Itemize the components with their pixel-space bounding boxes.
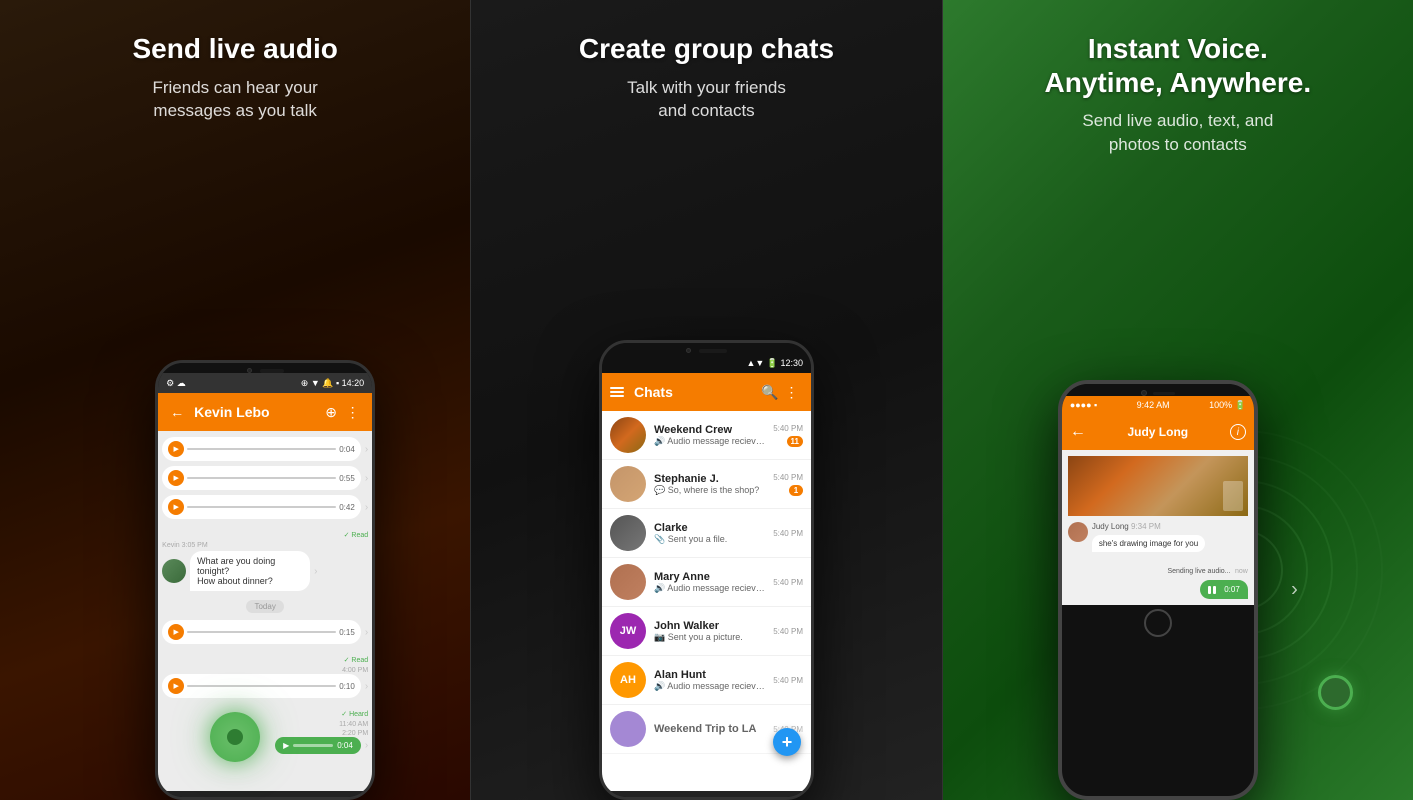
- live-audio-row: ▶ 0:04 ›: [162, 737, 368, 754]
- avatar: [610, 564, 646, 600]
- contact-name-iphone: Judy Long: [1092, 425, 1224, 439]
- chat-item-mary-anne[interactable]: Mary Anne 🔊 Audio message recieved 5:40 …: [602, 558, 811, 607]
- avatar-small: [1068, 522, 1088, 542]
- chats-title: Chats: [634, 384, 759, 400]
- avatar: AH: [610, 662, 646, 698]
- message-body-1: ▶ 0:04 › ▶ 0:55 ›: [158, 431, 372, 791]
- panel-3-subtitle: Send live audio, text, andphotos to cont…: [1062, 109, 1293, 157]
- status-bar-1: ⚙ ☁ ⊕ ▼ 🔔 ▪ 14:20: [158, 373, 372, 393]
- back-icon[interactable]: ←: [166, 401, 188, 423]
- panel-2-subtitle: Talk with your friendsand contacts: [607, 76, 806, 124]
- hamburger-menu-icon[interactable]: [610, 387, 624, 397]
- play-button[interactable]: ▶: [168, 678, 184, 694]
- status-bar-2: ▲▼ 🔋 12:30: [602, 353, 811, 373]
- audio-message-row: ▶ 0:04 ›: [162, 437, 368, 461]
- play-button[interactable]: ▶: [168, 441, 184, 457]
- avatar: [610, 466, 646, 502]
- audio-message-row: ▶ 0:42 ›: [162, 495, 368, 519]
- iphone-app-bar: ← Judy Long i: [1062, 414, 1254, 450]
- chat-item-weekend-crew[interactable]: Weekend Crew 🔊 Audio message recieved 5:…: [602, 411, 811, 460]
- received-bubble: she's drawing image for you: [1092, 535, 1205, 552]
- home-button[interactable]: [1144, 609, 1172, 637]
- phone-mockup-2: ▲▼ 🔋 12:30 Chats 🔍 ⋮: [599, 340, 814, 800]
- audio-message-row: ▶ 0:10 ›: [162, 674, 368, 698]
- play-button[interactable]: ▶: [168, 499, 184, 515]
- panel-1-title: Send live audio: [132, 32, 337, 66]
- message-bubble-row: What are you doing tonight?How about din…: [162, 551, 368, 591]
- panel-group-chats: Create group chats Talk with your friend…: [470, 0, 942, 800]
- bottom-nav: ◁ ○ □: [158, 791, 372, 800]
- panel-2-title: Create group chats: [579, 32, 834, 66]
- avatar: JW: [610, 613, 646, 649]
- chevron-right-icon: ›: [1291, 579, 1298, 602]
- play-button[interactable]: ▶: [168, 624, 184, 640]
- audio-message-row: ▶ 0:55 ›: [162, 466, 368, 490]
- chat-item-alan-hunt[interactable]: AH Alan Hunt 🔊 Audio message recieved 5:…: [602, 656, 811, 705]
- play-button[interactable]: ▶: [168, 470, 184, 486]
- chat-item-john-walker[interactable]: JW John Walker 📷 Sent you a picture. 5:4…: [602, 607, 811, 656]
- received-message-row: Judy Long 9:34 PM she's drawing image fo…: [1068, 522, 1248, 552]
- back-icon[interactable]: ←: [1070, 423, 1086, 441]
- more-icon[interactable]: ⋮: [342, 401, 364, 423]
- image-thumbnail: [1068, 456, 1248, 516]
- iphone-message-area: Judy Long 9:34 PM she's drawing image fo…: [1062, 450, 1254, 605]
- record-button[interactable]: [210, 712, 260, 762]
- search-icon[interactable]: 🔍: [759, 381, 781, 403]
- audio-message-row: ▶ 0:15 ›: [162, 620, 368, 644]
- app-bar-1: ← Kevin Lebo ⊕ ⋮: [158, 393, 372, 431]
- date-divider: Today: [246, 600, 283, 613]
- mic-center: [1318, 675, 1353, 710]
- panel-3-title: Instant Voice.Anytime, Anywhere.: [1045, 32, 1312, 99]
- panel-1-subtitle: Friends can hear yourmessages as you tal…: [132, 76, 337, 124]
- avatar: [610, 711, 646, 747]
- live-audio-bubble: 0:07: [1068, 580, 1248, 599]
- avatar: [610, 515, 646, 551]
- avatar: [610, 417, 646, 453]
- panel-send-audio: Send live audio Friends can hear yourmes…: [0, 0, 470, 800]
- app-bar-chats: Chats 🔍 ⋮: [602, 373, 811, 411]
- bottom-nav-2: ◁ ○ □: [602, 791, 811, 800]
- chat-item-stephanie[interactable]: Stephanie J. 💬 So, where is the shop? 5:…: [602, 460, 811, 509]
- info-icon[interactable]: i: [1230, 424, 1246, 440]
- phone-mockup-1: ⚙ ☁ ⊕ ▼ 🔔 ▪ 14:20 ← Kevin Lebo ⊕ ⋮ ▶: [155, 360, 375, 800]
- contact-name: Kevin Lebo: [194, 404, 320, 420]
- sending-label: Sending live audio...: [1167, 568, 1230, 575]
- fab-new-chat[interactable]: +: [773, 728, 801, 756]
- chat-item-clarke[interactable]: Clarke 📎 Sent you a file. 5:40 PM: [602, 509, 811, 558]
- pause-icon[interactable]: [1208, 586, 1216, 594]
- more-options-icon[interactable]: ⋮: [781, 381, 803, 403]
- phone-mockup-3: ●●●● ▪ 9:42 AM 100% 🔋 ← Judy Long i: [1058, 380, 1258, 800]
- status-bar-iphone: ●●●● ▪ 9:42 AM 100% 🔋: [1062, 396, 1254, 414]
- avatar: [162, 559, 186, 583]
- panel-instant-voice: Instant Voice.Anytime, Anywhere. Send li…: [943, 0, 1413, 800]
- bookmark-icon[interactable]: ⊕: [320, 401, 342, 423]
- message-bubble: What are you doing tonight?How about din…: [190, 551, 310, 591]
- chat-list: Weekend Crew 🔊 Audio message recieved 5:…: [602, 411, 811, 791]
